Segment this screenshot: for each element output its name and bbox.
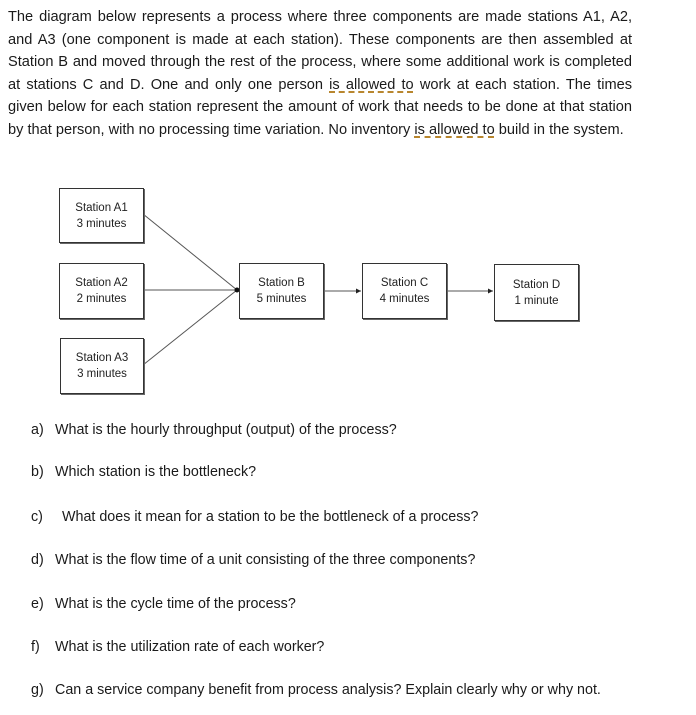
station-name: Station A1 bbox=[75, 201, 128, 214]
question-label: f) bbox=[31, 639, 40, 655]
station-a1-box: Station A1 3 minutes bbox=[59, 188, 144, 243]
grammar-flagged-phrase[interactable]: is allowed to bbox=[414, 122, 494, 138]
question-a: a) What is the hourly throughput (output)… bbox=[31, 421, 397, 439]
question-text: What is the flow time of a unit consisti… bbox=[55, 552, 476, 568]
question-e: e) What is the cycle time of the process? bbox=[31, 595, 296, 613]
station-b-box: Station B 5 minutes bbox=[239, 263, 324, 319]
grammar-flagged-phrase[interactable]: is allowed to bbox=[329, 77, 414, 93]
station-name: Station A3 bbox=[75, 352, 129, 364]
station-c-box: Station C 4 minutes bbox=[362, 263, 447, 319]
question-label: e) bbox=[31, 596, 44, 612]
question-text: What is the cycle time of the process? bbox=[55, 596, 296, 612]
station-time: 2 minutes bbox=[76, 293, 127, 305]
question-b: b) Which station is the bottleneck? bbox=[31, 463, 256, 481]
question-text: Which station is the bottleneck? bbox=[55, 464, 257, 480]
station-a3-box: Station A3 3 minutes bbox=[60, 338, 144, 394]
station-time: 3 minutes bbox=[77, 368, 127, 380]
problem-description: The diagram below represents a process w… bbox=[8, 6, 632, 142]
question-g: g) Can a service company benefit from pro… bbox=[31, 681, 601, 699]
question-text: What does it mean for a station to be th… bbox=[62, 509, 479, 525]
intro-text-3: build in the system. bbox=[494, 121, 624, 138]
question-text: Can a service company benefit from proce… bbox=[55, 682, 601, 698]
question-c: c) What does it mean for a station to be … bbox=[31, 508, 478, 526]
flow-line-a1-to-b bbox=[142, 213, 238, 291]
question-label: d) bbox=[31, 552, 44, 568]
station-name: Station B bbox=[258, 277, 305, 289]
station-name: Station C bbox=[380, 277, 429, 289]
station-name: Station D bbox=[512, 278, 561, 291]
question-label: c) bbox=[31, 509, 43, 525]
question-label: a) bbox=[31, 422, 44, 438]
station-d-box: Station D 1 minute bbox=[494, 264, 579, 321]
question-text: What is the utilization rate of each wor… bbox=[55, 639, 325, 655]
question-label: g) bbox=[31, 682, 44, 698]
question-text: What is the hourly throughput (output) o… bbox=[55, 422, 397, 438]
station-time: 4 minutes bbox=[379, 293, 430, 305]
question-label: b) bbox=[31, 464, 44, 480]
station-time: 3 minutes bbox=[76, 217, 127, 230]
station-time: 1 minute bbox=[514, 294, 559, 307]
flow-line-a3-to-b bbox=[142, 289, 238, 366]
question-d: d) What is the flow time of a unit consis… bbox=[31, 551, 475, 569]
station-a2-box: Station A2 2 minutes bbox=[59, 263, 144, 319]
station-name: Station A2 bbox=[75, 277, 128, 289]
station-time: 5 minutes bbox=[256, 293, 307, 305]
question-f: f) What is the utilization rate of each w… bbox=[31, 638, 324, 656]
